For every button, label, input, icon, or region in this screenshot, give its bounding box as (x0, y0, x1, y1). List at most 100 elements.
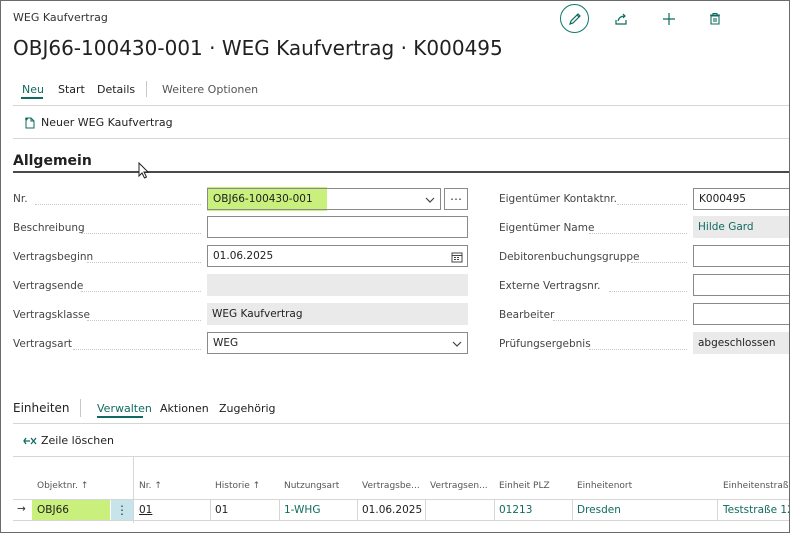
column-header-vertragsende[interactable]: Vertragsen... (430, 481, 488, 491)
label-leader (35, 204, 201, 205)
new-contract-label: Neuer WEG Kaufvertrag (41, 116, 173, 129)
pencil-icon (568, 12, 581, 25)
label-nr: Nr. (13, 193, 28, 205)
column-header-einheitenstrasse[interactable]: Einheitenstraße (723, 481, 789, 491)
cell-nr[interactable]: 01 (139, 504, 152, 516)
more-vertical-icon: ⋮ (116, 503, 128, 517)
cell-einheitenort[interactable]: Dresden (577, 504, 621, 516)
label-leader (617, 204, 687, 205)
column-header-einheit-plz[interactable]: Einheit PLZ (499, 481, 550, 491)
column-header-vertragsbeginn[interactable]: Vertragsbe... (362, 481, 420, 491)
subpage-divider (80, 399, 81, 417)
pruefungsergebnis-field: abgeschlossen (693, 332, 789, 354)
externe-vertragsnr-input[interactable] (693, 274, 789, 296)
section-title-allgemein[interactable]: Allgemein (13, 153, 92, 169)
cell-nutzungsart[interactable]: 1-WHG (284, 504, 320, 516)
column-header-nr[interactable]: Nr. ↑ (139, 481, 162, 491)
frozen-column-divider (133, 457, 134, 523)
tab-active-indicator (21, 97, 43, 99)
share-icon (615, 13, 627, 25)
cell-objektnr[interactable]: OBJ66 (37, 504, 69, 516)
divider (13, 423, 789, 424)
kontaktnr-input[interactable]: K000495 (693, 188, 789, 210)
more-icon: ⋯ (450, 192, 462, 206)
tab-verwalten[interactable]: Verwalten (97, 402, 152, 415)
vertragsart-value: WEG (213, 337, 239, 349)
cell-divider (494, 500, 495, 520)
label-beschreibung: Beschreibung (13, 222, 85, 234)
cell-historie[interactable]: 01 (215, 504, 228, 516)
divider (13, 105, 789, 106)
cell-vertragsbeginn[interactable]: 01.06.2025 (362, 504, 422, 516)
lookup-button[interactable]: ⋯ (444, 188, 468, 210)
label-vertragsklasse: Vertragsklasse (13, 309, 90, 321)
vertragsende-field (207, 274, 468, 296)
cell-einheitenstrasse[interactable]: Teststraße 12 (723, 504, 789, 516)
cell-einheit-plz[interactable]: 01213 (499, 504, 532, 516)
add-button[interactable] (655, 5, 683, 33)
delete-row-label: Zeile löschen (41, 434, 114, 447)
kontaktnr-value: K000495 (699, 193, 746, 205)
divider (13, 456, 789, 457)
new-document-icon (25, 117, 35, 128)
label-leader (589, 349, 687, 350)
label-vertragsbeginn: Vertragsbeginn (13, 251, 94, 263)
tab-aktionen[interactable]: Aktionen (160, 402, 209, 415)
pruefung-value: abgeschlossen (698, 337, 776, 349)
cell-divider (717, 500, 718, 520)
label-leader (87, 262, 201, 263)
delete-row-button[interactable]: Zeile löschen (23, 434, 114, 447)
cell-divider (572, 500, 573, 520)
window: WEG Kaufvertrag OBJ66-100430-001 · WEG K… (0, 0, 790, 533)
tab-weitere-optionen[interactable]: Weitere Optionen (162, 83, 258, 96)
new-contract-button[interactable]: Neuer WEG Kaufvertrag (24, 116, 173, 129)
edit-button[interactable] (560, 4, 589, 33)
tab-active-indicator (97, 416, 143, 418)
plus-icon (663, 13, 675, 25)
cell-divider (279, 500, 280, 520)
delete-button[interactable] (701, 5, 729, 33)
tab-details[interactable]: Details (97, 83, 135, 96)
beschreibung-input[interactable] (207, 216, 468, 238)
vertragsbeginn-value: 01.06.2025 (213, 250, 274, 262)
calendar-icon[interactable] (451, 251, 463, 263)
label-leader (81, 291, 201, 292)
bearbeiter-input[interactable] (693, 303, 789, 325)
debitorenbuchungsgruppe-input[interactable] (693, 245, 789, 267)
label-vertragsart: Vertragsart (13, 338, 73, 350)
column-header-nutzungsart[interactable]: Nutzungsart (284, 481, 339, 491)
label-leader (631, 262, 687, 263)
label-leader (87, 320, 201, 321)
vertragsbeginn-input[interactable]: 01.06.2025 (207, 245, 468, 267)
label-debitorenbuchungsgruppe: Debitorenbuchungsgruppe (499, 251, 640, 263)
label-externe-vertragsnr: Externe Vertragsnr. (499, 280, 601, 292)
eigentuemer-name-link[interactable]: Hilde Gard (693, 216, 789, 238)
table-row-divider (13, 520, 789, 521)
divider (13, 138, 789, 139)
vertragsklasse-field: WEG Kaufvertrag (207, 303, 468, 325)
tab-neu[interactable]: Neu (22, 83, 44, 96)
subpage-title-einheiten: Einheiten (13, 401, 70, 415)
label-eigentuemer-kontaktnr: Eigentümer Kontaktnr. (499, 193, 617, 205)
chevron-down-icon[interactable] (424, 194, 436, 206)
label-leader (73, 349, 201, 350)
tab-zugehoerig[interactable]: Zugehörig (219, 402, 276, 415)
label-leader (81, 233, 201, 234)
column-header-historie[interactable]: Historie ↑ (215, 481, 260, 491)
vertragsklasse-value: WEG Kaufvertrag (212, 308, 303, 320)
share-button[interactable] (607, 5, 635, 33)
cell-divider (357, 500, 358, 520)
vertragsart-select[interactable]: WEG (207, 332, 468, 354)
label-eigentuemer-name: Eigentümer Name (499, 222, 595, 234)
row-actions-button[interactable]: ⋮ (111, 500, 133, 520)
chevron-down-icon[interactable] (451, 338, 463, 350)
label-leader (553, 320, 687, 321)
nr-input[interactable]: OBJ66-100430-001 (207, 188, 441, 210)
tab-start[interactable]: Start (58, 83, 85, 96)
tab-divider (146, 81, 147, 97)
column-header-einheitenort[interactable]: Einheitenort (577, 481, 632, 491)
label-pruefungsergebnis: Prüfungsergebnis (499, 338, 591, 350)
label-vertragsende: Vertragsende (13, 280, 84, 292)
column-header-objektnr[interactable]: Objektnr. ↑ (37, 481, 88, 491)
mouse-pointer-icon (138, 162, 150, 179)
